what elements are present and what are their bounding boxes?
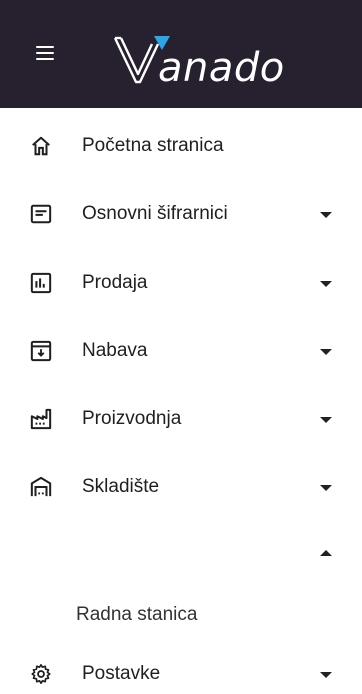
sidebar-item-expanded-group[interactable] bbox=[0, 535, 362, 575]
sidebar-item-label: Postavke bbox=[82, 663, 161, 684]
chevron-down-icon[interactable] bbox=[320, 672, 332, 678]
sidebar-item-osnovni-sifrarnici[interactable]: Osnovni šifrarnici bbox=[0, 194, 362, 234]
sidebar-item-label: Osnovni šifrarnici bbox=[82, 203, 228, 224]
brand-logo: anado bbox=[112, 26, 322, 91]
sidebar-item-proizvodnja[interactable]: Proizvodnja bbox=[0, 399, 362, 439]
sidebar-item-label: Proizvodnja bbox=[82, 408, 182, 429]
app-header: anado bbox=[0, 0, 362, 108]
home-icon bbox=[32, 136, 50, 156]
chevron-up-icon[interactable] bbox=[320, 550, 332, 556]
sidebar-item-skladiste[interactable]: Skladište bbox=[0, 467, 362, 507]
factory-icon bbox=[30, 408, 52, 430]
chevron-down-icon[interactable] bbox=[320, 212, 332, 218]
warehouse-icon bbox=[30, 476, 52, 497]
archive-icon bbox=[30, 340, 52, 362]
sidebar-item-postavke[interactable]: Postavke bbox=[0, 654, 362, 694]
sidebar-subitem-radna-stanica[interactable]: Radna stanica bbox=[0, 595, 362, 635]
sidebar-subitem-label: Radna stanica bbox=[76, 604, 198, 625]
chevron-down-icon[interactable] bbox=[320, 485, 332, 491]
document-icon bbox=[30, 204, 52, 224]
chevron-down-icon[interactable] bbox=[320, 349, 332, 355]
gear-icon bbox=[31, 664, 51, 684]
sidebar-item-prodaja[interactable]: Prodaja bbox=[0, 263, 362, 303]
sidebar-item-nabava[interactable]: Nabava bbox=[0, 331, 362, 371]
brand-name: anado bbox=[158, 45, 285, 91]
chevron-down-icon[interactable] bbox=[320, 281, 332, 287]
sidebar-item-label: Početna stranica bbox=[82, 135, 224, 156]
sidebar-item-label: Prodaja bbox=[82, 272, 148, 293]
hamburger-menu-icon[interactable] bbox=[36, 40, 62, 66]
bar-chart-icon bbox=[30, 272, 52, 294]
sidebar-item-label: Skladište bbox=[82, 476, 160, 497]
sidebar-item-home[interactable]: Početna stranica bbox=[0, 126, 362, 166]
chevron-down-icon[interactable] bbox=[320, 417, 332, 423]
sidebar-item-label: Nabava bbox=[82, 340, 148, 361]
